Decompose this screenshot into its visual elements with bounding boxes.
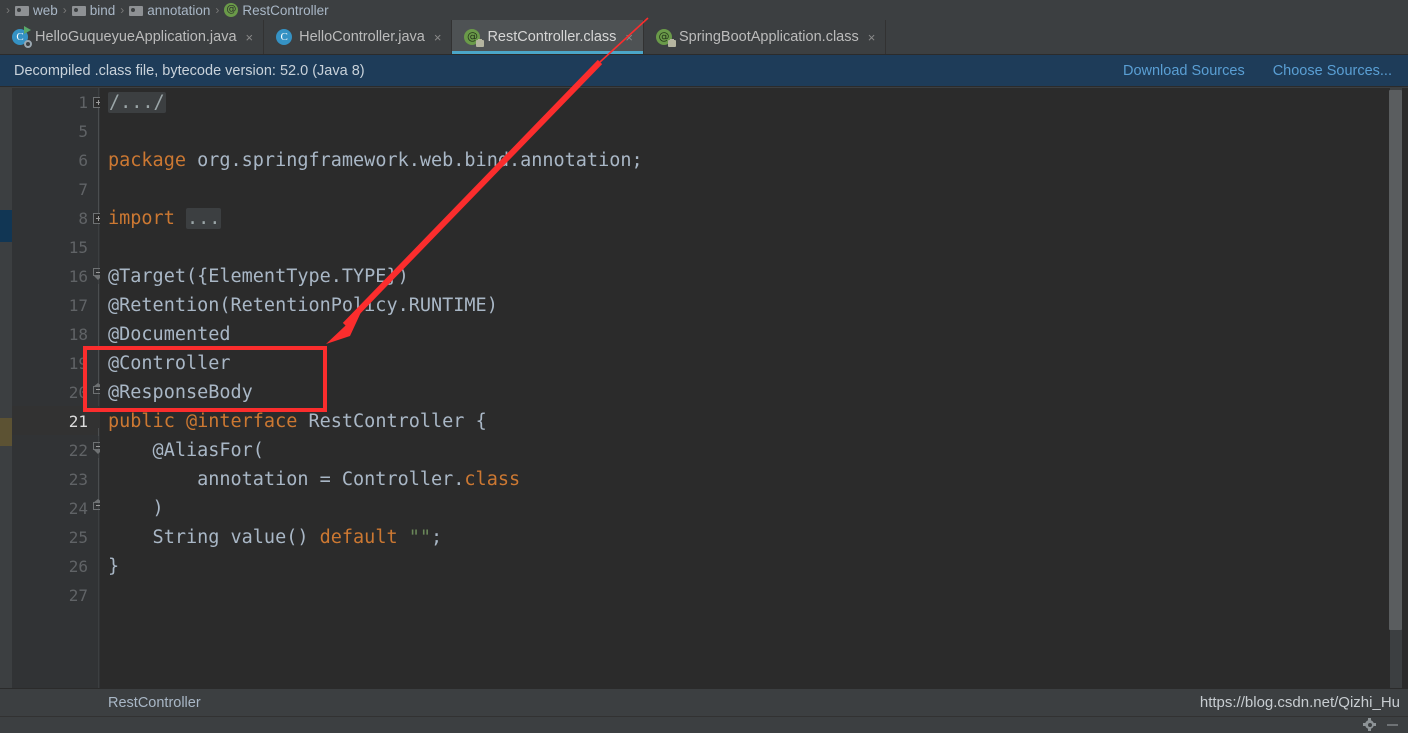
- vcs-marker-blue: [0, 210, 12, 242]
- tab-restcontroller-class[interactable]: @ RestController.class ×: [452, 20, 644, 54]
- notification-actions: Download Sources Choose Sources...: [1123, 63, 1408, 79]
- line-number: 5: [78, 122, 88, 141]
- breadcrumb-separator: ›: [120, 3, 125, 17]
- decompiled-notification-bar: Decompiled .class file, bytecode version…: [0, 55, 1408, 87]
- keyword-import: import: [108, 208, 175, 229]
- vertical-scrollbar-thumb[interactable]: [1389, 90, 1402, 630]
- breadcrumb-item-web[interactable]: web: [12, 0, 61, 20]
- line-number: 19: [68, 354, 88, 373]
- fold-connector: [98, 284, 99, 384]
- code-line-24: ): [108, 498, 164, 519]
- breadcrumb-item-annotation[interactable]: annotation: [126, 0, 213, 20]
- folder-icon: [129, 4, 144, 16]
- breadcrumb-item-label: web: [33, 2, 58, 18]
- bottom-breadcrumb-label[interactable]: RestController: [0, 695, 201, 711]
- intellij-editor-window: › web › bind › annotation › @ RestContro…: [0, 0, 1408, 733]
- line-number-current: 21: [68, 412, 88, 431]
- java-class-run-icon: C: [12, 26, 32, 48]
- status-bar-divider: [1387, 724, 1398, 726]
- code-line-18: @Documented: [108, 324, 231, 345]
- folder-icon: [71, 4, 86, 16]
- line-number: 20: [68, 383, 88, 402]
- code-text-area[interactable]: /.../ package org.springframework.web.bi…: [100, 88, 1408, 688]
- line-number: 7: [78, 180, 88, 199]
- line-number: 8: [78, 209, 88, 228]
- line-number: 15: [68, 238, 88, 257]
- code-line-21: public @interface RestController {: [108, 407, 487, 436]
- keyword-public-interface: public @interface: [108, 411, 298, 432]
- tab-label: SpringBootApplication.class: [678, 29, 859, 45]
- fold-connector: [98, 428, 99, 436]
- fold-connector: [98, 108, 99, 213]
- type-name: RestController {: [297, 411, 487, 432]
- close-icon[interactable]: ×: [434, 31, 442, 44]
- code-line-8: import ...: [108, 204, 222, 233]
- code-line-19: @Controller: [108, 353, 231, 374]
- close-icon[interactable]: ×: [625, 31, 633, 44]
- editor-left-strip: [0, 88, 12, 688]
- keyword-class: class: [464, 469, 521, 490]
- code-line-6: package org.springframework.web.bind.ann…: [108, 146, 643, 175]
- line-number: 24: [68, 499, 88, 518]
- notification-message: Decompiled .class file, bytecode version…: [14, 62, 365, 79]
- bottom-breadcrumb-bar: RestController: [0, 688, 1408, 716]
- download-sources-link[interactable]: Download Sources: [1123, 63, 1245, 79]
- keyword-default: default: [319, 527, 398, 548]
- keyword-package: package: [108, 150, 186, 171]
- status-bar: [0, 716, 1408, 733]
- vcs-marker-olive: [0, 418, 12, 446]
- tab-label: RestController.class: [487, 29, 617, 45]
- collapsed-comment-fold[interactable]: /.../: [108, 92, 166, 113]
- watermark-url: https://blog.csdn.net/Qizhi_Hu: [1199, 694, 1400, 711]
- line-number: 6: [78, 151, 88, 170]
- line-number: 26: [68, 557, 88, 576]
- line-number: 22: [68, 441, 88, 460]
- code-line-26: }: [108, 556, 120, 577]
- close-icon[interactable]: ×: [868, 31, 876, 44]
- code-line-20: @ResponseBody: [108, 382, 253, 403]
- code-editor[interactable]: 1 5 6 7 8 15 16 17 18 19 20 21 22 23 24 …: [0, 88, 1408, 688]
- tab-helloguqueyueapplication-java[interactable]: C HelloGuqueyueApplication.java ×: [0, 20, 265, 54]
- collapsed-imports-fold[interactable]: ...: [185, 208, 222, 229]
- annotation-locked-icon: @: [464, 29, 485, 47]
- editor-right-padding: [1372, 88, 1389, 688]
- line-number: 1: [78, 93, 88, 112]
- code-line-23: annotation = Controller.class: [108, 469, 521, 490]
- tab-hellocontroller-java[interactable]: C HelloController.java ×: [264, 20, 453, 54]
- editor-tab-bar: C HelloGuqueyueApplication.java × C Hell…: [0, 20, 1408, 55]
- breadcrumb: › web › bind › annotation › @ RestContro…: [0, 0, 1408, 20]
- line-number: 16: [68, 267, 88, 286]
- breadcrumb-item-bind[interactable]: bind: [69, 0, 119, 20]
- annotation-locked-icon: @: [655, 29, 676, 47]
- breadcrumb-item-label: annotation: [147, 2, 211, 18]
- string-literal: "": [408, 527, 432, 548]
- breadcrumb-separator: ›: [6, 3, 10, 17]
- tab-label: HelloGuqueyueApplication.java: [35, 29, 237, 45]
- package-path: org.springframework.web.bind.annotation;: [185, 150, 643, 171]
- breadcrumb-item-restcontroller[interactable]: @ RestController: [221, 0, 331, 20]
- annotation-icon: @: [224, 3, 239, 17]
- line-number: 25: [68, 528, 88, 547]
- line-number: 17: [68, 296, 88, 315]
- breadcrumb-item-label: RestController: [242, 2, 329, 18]
- close-icon[interactable]: ×: [246, 31, 254, 44]
- tab-label: HelloController.java: [299, 29, 425, 45]
- fold-connector: [98, 458, 99, 500]
- code-line-16: @Target({ElementType.TYPE}): [108, 266, 409, 287]
- choose-sources-link[interactable]: Choose Sources...: [1273, 63, 1392, 79]
- line-number: 23: [68, 470, 88, 489]
- breadcrumb-item-label: bind: [89, 2, 116, 18]
- line-number: 27: [68, 586, 88, 605]
- gear-icon[interactable]: [1363, 718, 1376, 731]
- line-number: 18: [68, 325, 88, 344]
- breadcrumb-separator: ›: [62, 3, 67, 17]
- folder-icon: [15, 4, 29, 16]
- breadcrumb-separator: ›: [215, 3, 220, 17]
- tab-springbootapplication-class[interactable]: @ SpringBootApplication.class ×: [644, 20, 887, 54]
- code-line-17: @Retention(RetentionPolicy.RUNTIME): [108, 295, 498, 316]
- code-line-22: @AliasFor(: [108, 440, 264, 461]
- code-line-1: /.../: [108, 88, 166, 117]
- java-class-icon: C: [276, 29, 293, 45]
- code-line-25: String value() default "";: [108, 527, 443, 548]
